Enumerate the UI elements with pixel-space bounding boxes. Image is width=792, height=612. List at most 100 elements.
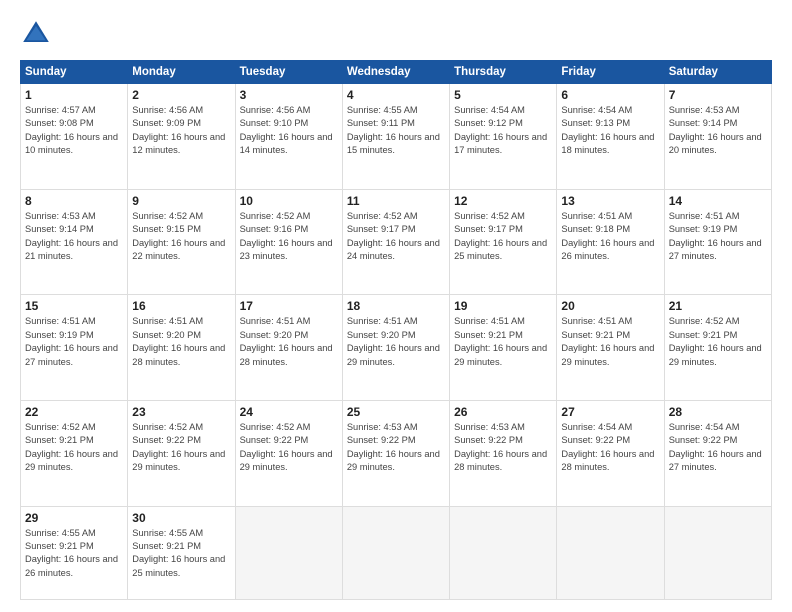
day-number: 22 (25, 405, 123, 419)
day-info: Sunrise: 4:52 AMSunset: 9:15 PMDaylight:… (132, 210, 230, 264)
day-info: Sunrise: 4:52 AMSunset: 9:17 PMDaylight:… (454, 210, 552, 264)
calendar-week-2: 8 Sunrise: 4:53 AMSunset: 9:14 PMDayligh… (21, 189, 772, 295)
day-number: 1 (25, 88, 123, 102)
day-number: 30 (132, 511, 230, 525)
day-number: 17 (240, 299, 338, 313)
calendar-cell: 13 Sunrise: 4:51 AMSunset: 9:18 PMDaylig… (557, 189, 664, 295)
day-info: Sunrise: 4:53 AMSunset: 9:14 PMDaylight:… (669, 104, 767, 158)
day-number: 10 (240, 194, 338, 208)
calendar-cell: 11 Sunrise: 4:52 AMSunset: 9:17 PMDaylig… (342, 189, 449, 295)
day-number: 5 (454, 88, 552, 102)
day-info: Sunrise: 4:54 AMSunset: 9:22 PMDaylight:… (561, 421, 659, 475)
day-number: 27 (561, 405, 659, 419)
calendar-cell (664, 506, 771, 600)
day-number: 20 (561, 299, 659, 313)
calendar-header-tuesday: Tuesday (235, 61, 342, 84)
day-info: Sunrise: 4:54 AMSunset: 9:13 PMDaylight:… (561, 104, 659, 158)
day-number: 21 (669, 299, 767, 313)
calendar-cell: 29 Sunrise: 4:55 AMSunset: 9:21 PMDaylig… (21, 506, 128, 600)
day-number: 3 (240, 88, 338, 102)
calendar-cell: 24 Sunrise: 4:52 AMSunset: 9:22 PMDaylig… (235, 400, 342, 506)
calendar-cell (342, 506, 449, 600)
calendar-cell: 7 Sunrise: 4:53 AMSunset: 9:14 PMDayligh… (664, 84, 771, 190)
day-number: 28 (669, 405, 767, 419)
header (20, 18, 772, 50)
day-info: Sunrise: 4:52 AMSunset: 9:21 PMDaylight:… (25, 421, 123, 475)
day-info: Sunrise: 4:53 AMSunset: 9:22 PMDaylight:… (347, 421, 445, 475)
calendar-cell: 23 Sunrise: 4:52 AMSunset: 9:22 PMDaylig… (128, 400, 235, 506)
day-number: 8 (25, 194, 123, 208)
day-info: Sunrise: 4:52 AMSunset: 9:22 PMDaylight:… (240, 421, 338, 475)
calendar-cell (450, 506, 557, 600)
calendar-cell: 22 Sunrise: 4:52 AMSunset: 9:21 PMDaylig… (21, 400, 128, 506)
calendar-cell: 3 Sunrise: 4:56 AMSunset: 9:10 PMDayligh… (235, 84, 342, 190)
calendar-cell: 28 Sunrise: 4:54 AMSunset: 9:22 PMDaylig… (664, 400, 771, 506)
day-info: Sunrise: 4:53 AMSunset: 9:14 PMDaylight:… (25, 210, 123, 264)
day-number: 23 (132, 405, 230, 419)
day-info: Sunrise: 4:53 AMSunset: 9:22 PMDaylight:… (454, 421, 552, 475)
day-number: 6 (561, 88, 659, 102)
calendar-header-wednesday: Wednesday (342, 61, 449, 84)
calendar-cell: 25 Sunrise: 4:53 AMSunset: 9:22 PMDaylig… (342, 400, 449, 506)
day-number: 16 (132, 299, 230, 313)
day-info: Sunrise: 4:51 AMSunset: 9:19 PMDaylight:… (25, 315, 123, 369)
calendar-cell: 27 Sunrise: 4:54 AMSunset: 9:22 PMDaylig… (557, 400, 664, 506)
calendar-week-1: 1 Sunrise: 4:57 AMSunset: 9:08 PMDayligh… (21, 84, 772, 190)
calendar-header-friday: Friday (557, 61, 664, 84)
calendar-cell: 9 Sunrise: 4:52 AMSunset: 9:15 PMDayligh… (128, 189, 235, 295)
day-number: 14 (669, 194, 767, 208)
day-info: Sunrise: 4:51 AMSunset: 9:20 PMDaylight:… (347, 315, 445, 369)
page: SundayMondayTuesdayWednesdayThursdayFrid… (0, 0, 792, 612)
day-info: Sunrise: 4:55 AMSunset: 9:21 PMDaylight:… (25, 527, 123, 581)
calendar-week-4: 22 Sunrise: 4:52 AMSunset: 9:21 PMDaylig… (21, 400, 772, 506)
calendar-header-sunday: Sunday (21, 61, 128, 84)
day-number: 12 (454, 194, 552, 208)
day-number: 4 (347, 88, 445, 102)
day-number: 7 (669, 88, 767, 102)
day-number: 2 (132, 88, 230, 102)
calendar-cell: 17 Sunrise: 4:51 AMSunset: 9:20 PMDaylig… (235, 295, 342, 401)
day-number: 13 (561, 194, 659, 208)
day-number: 18 (347, 299, 445, 313)
calendar-cell: 12 Sunrise: 4:52 AMSunset: 9:17 PMDaylig… (450, 189, 557, 295)
day-number: 15 (25, 299, 123, 313)
logo (20, 18, 58, 50)
day-number: 26 (454, 405, 552, 419)
calendar-cell: 5 Sunrise: 4:54 AMSunset: 9:12 PMDayligh… (450, 84, 557, 190)
day-info: Sunrise: 4:51 AMSunset: 9:20 PMDaylight:… (240, 315, 338, 369)
day-number: 25 (347, 405, 445, 419)
calendar-cell: 30 Sunrise: 4:55 AMSunset: 9:21 PMDaylig… (128, 506, 235, 600)
day-info: Sunrise: 4:51 AMSunset: 9:19 PMDaylight:… (669, 210, 767, 264)
day-info: Sunrise: 4:52 AMSunset: 9:16 PMDaylight:… (240, 210, 338, 264)
day-info: Sunrise: 4:51 AMSunset: 9:18 PMDaylight:… (561, 210, 659, 264)
calendar-week-3: 15 Sunrise: 4:51 AMSunset: 9:19 PMDaylig… (21, 295, 772, 401)
calendar-cell (557, 506, 664, 600)
day-number: 19 (454, 299, 552, 313)
calendar-cell: 14 Sunrise: 4:51 AMSunset: 9:19 PMDaylig… (664, 189, 771, 295)
calendar-cell: 2 Sunrise: 4:56 AMSunset: 9:09 PMDayligh… (128, 84, 235, 190)
calendar-cell: 19 Sunrise: 4:51 AMSunset: 9:21 PMDaylig… (450, 295, 557, 401)
calendar-header-saturday: Saturday (664, 61, 771, 84)
calendar-header-row: SundayMondayTuesdayWednesdayThursdayFrid… (21, 61, 772, 84)
day-info: Sunrise: 4:54 AMSunset: 9:22 PMDaylight:… (669, 421, 767, 475)
logo-icon (20, 18, 52, 50)
day-info: Sunrise: 4:51 AMSunset: 9:21 PMDaylight:… (454, 315, 552, 369)
calendar-cell: 20 Sunrise: 4:51 AMSunset: 9:21 PMDaylig… (557, 295, 664, 401)
day-number: 9 (132, 194, 230, 208)
calendar-cell: 10 Sunrise: 4:52 AMSunset: 9:16 PMDaylig… (235, 189, 342, 295)
day-number: 11 (347, 194, 445, 208)
day-info: Sunrise: 4:54 AMSunset: 9:12 PMDaylight:… (454, 104, 552, 158)
day-info: Sunrise: 4:52 AMSunset: 9:21 PMDaylight:… (669, 315, 767, 369)
calendar-cell: 21 Sunrise: 4:52 AMSunset: 9:21 PMDaylig… (664, 295, 771, 401)
day-info: Sunrise: 4:56 AMSunset: 9:10 PMDaylight:… (240, 104, 338, 158)
day-info: Sunrise: 4:51 AMSunset: 9:20 PMDaylight:… (132, 315, 230, 369)
calendar-cell: 1 Sunrise: 4:57 AMSunset: 9:08 PMDayligh… (21, 84, 128, 190)
calendar-header-thursday: Thursday (450, 61, 557, 84)
day-info: Sunrise: 4:56 AMSunset: 9:09 PMDaylight:… (132, 104, 230, 158)
calendar-cell: 8 Sunrise: 4:53 AMSunset: 9:14 PMDayligh… (21, 189, 128, 295)
calendar-cell: 26 Sunrise: 4:53 AMSunset: 9:22 PMDaylig… (450, 400, 557, 506)
day-number: 29 (25, 511, 123, 525)
calendar-table: SundayMondayTuesdayWednesdayThursdayFrid… (20, 60, 772, 600)
day-info: Sunrise: 4:52 AMSunset: 9:22 PMDaylight:… (132, 421, 230, 475)
calendar-header-monday: Monday (128, 61, 235, 84)
